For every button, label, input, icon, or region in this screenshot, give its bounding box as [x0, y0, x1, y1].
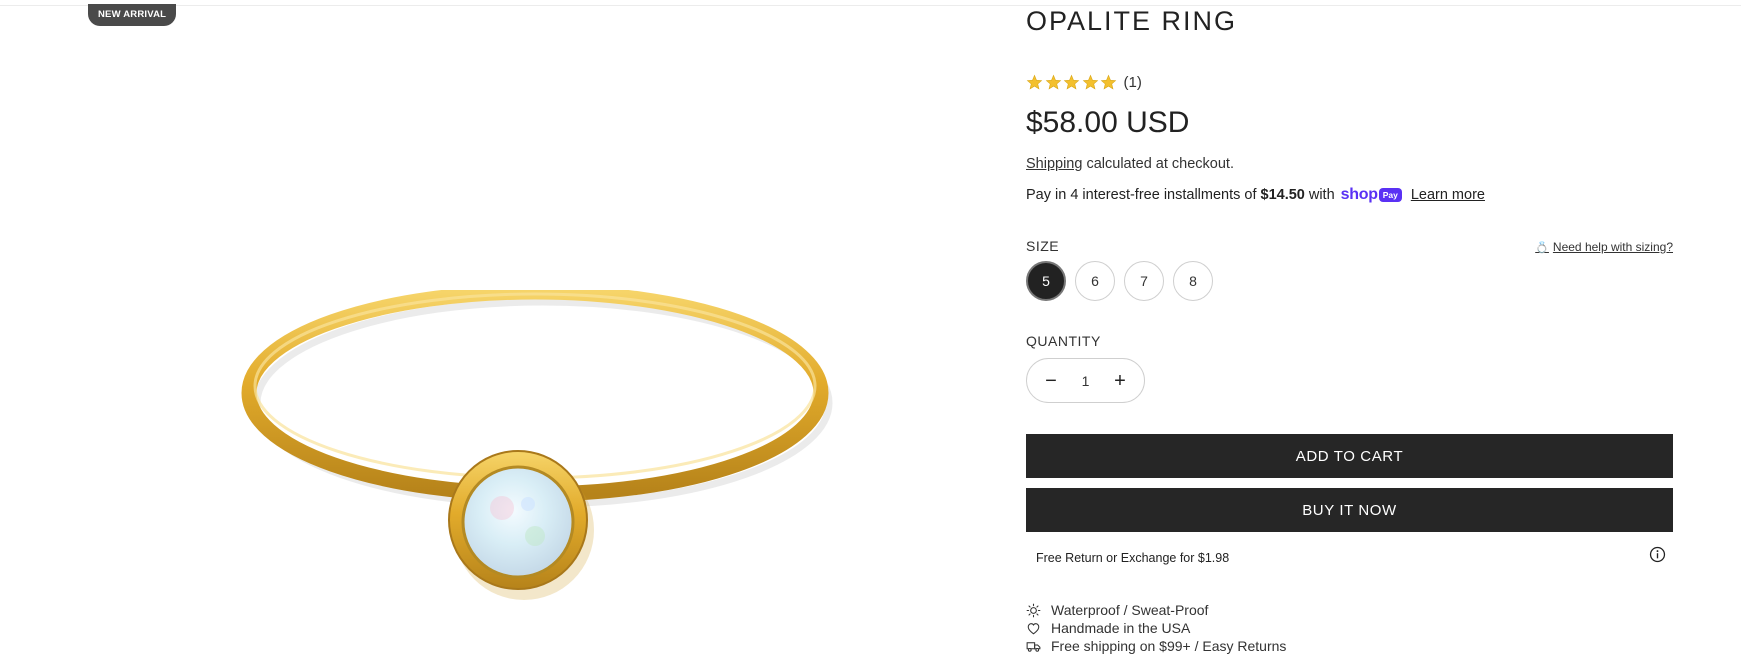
- star-icon: [1082, 74, 1099, 91]
- installment-amount: $14.50: [1260, 187, 1305, 203]
- product-title: OPALITE RING: [1026, 6, 1238, 36]
- size-label: SIZE: [1026, 238, 1060, 254]
- quantity-label: QUANTITY: [1026, 333, 1101, 349]
- decrease-quantity-button[interactable]: −: [1041, 371, 1061, 391]
- ring-icon: 💍: [1535, 241, 1549, 254]
- feature-item: Handmade in the USA: [1026, 619, 1286, 637]
- info-icon[interactable]: [1649, 546, 1666, 563]
- product-image[interactable]: [230, 290, 850, 620]
- quantity-input[interactable]: 1: [1082, 373, 1090, 389]
- feature-text: Free shipping on $99+ / Easy Returns: [1051, 638, 1287, 654]
- product-price: $58.00 USD: [1026, 106, 1190, 139]
- size-selector: 5 6 7 8: [1026, 261, 1222, 301]
- review-count[interactable]: (1): [1124, 74, 1142, 91]
- star-icon: [1100, 74, 1117, 91]
- buy-it-now-button[interactable]: BUY IT NOW: [1026, 488, 1673, 532]
- quantity-stepper: − 1 +: [1026, 358, 1145, 403]
- size-option-8[interactable]: 8: [1173, 261, 1213, 301]
- installments-with: with: [1308, 187, 1335, 203]
- truck-icon: [1026, 641, 1041, 652]
- feature-text: Handmade in the USA: [1051, 620, 1191, 636]
- feature-item: Waterproof / Sweat-Proof: [1026, 601, 1286, 619]
- sun-icon: [1026, 603, 1041, 617]
- star-icon: [1045, 74, 1062, 91]
- star-icon: [1026, 74, 1043, 91]
- shop-pay-logo: shop: [1340, 186, 1378, 203]
- product-rating[interactable]: (1): [1026, 72, 1142, 92]
- shop-pay-pill: Pay: [1378, 188, 1402, 202]
- installments-text: Pay in 4 interest-free installments of: [1026, 187, 1257, 203]
- feature-item: Free shipping on $99+ / Easy Returns: [1026, 637, 1286, 655]
- learn-more-link[interactable]: Learn more: [1411, 187, 1485, 203]
- increase-quantity-button[interactable]: +: [1110, 371, 1130, 391]
- size-option-5[interactable]: 5: [1026, 261, 1066, 301]
- star-icon: [1063, 74, 1080, 91]
- add-to-cart-button[interactable]: ADD TO CART: [1026, 434, 1673, 478]
- size-option-6[interactable]: 6: [1075, 261, 1115, 301]
- size-guide-label: Need help with sizing?: [1552, 240, 1673, 254]
- shipping-suffix: calculated at checkout.: [1086, 156, 1234, 172]
- heart-icon: [1027, 622, 1040, 634]
- header-divider: [0, 5, 1741, 6]
- size-guide-link[interactable]: 💍 Need help with sizing?: [1535, 240, 1673, 254]
- shop-pay-installments: Pay in 4 interest-free installments of $…: [1026, 186, 1485, 204]
- return-exchange-note: Free Return or Exchange for $1.98: [1036, 551, 1230, 565]
- feature-text: Waterproof / Sweat-Proof: [1051, 602, 1209, 618]
- size-option-7[interactable]: 7: [1124, 261, 1164, 301]
- feature-list: Waterproof / Sweat-Proof Handmade in the…: [1026, 601, 1286, 655]
- shipping-link[interactable]: Shipping: [1026, 156, 1082, 172]
- shipping-note: Shipping calculated at checkout.: [1026, 156, 1234, 172]
- new-arrival-badge: NEW ARRIVAL: [88, 4, 177, 26]
